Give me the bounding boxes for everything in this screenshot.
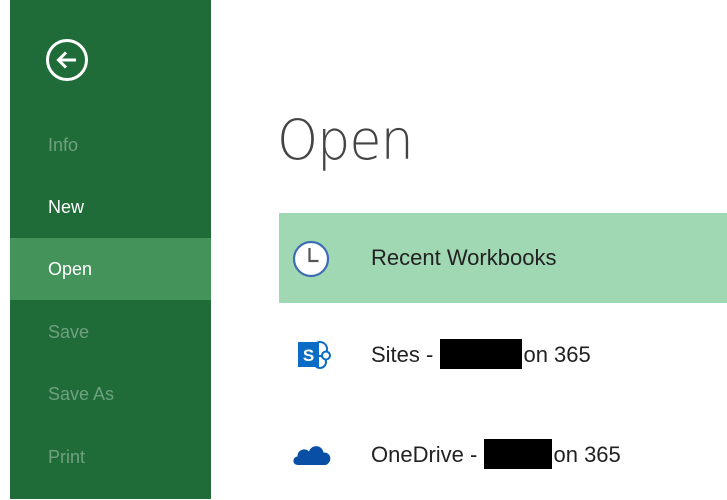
location-recent-workbooks[interactable]: Recent Workbooks (279, 213, 727, 303)
redaction-bar (440, 339, 523, 370)
location-label-prefix: OneDrive - (371, 442, 484, 467)
nav-item-save: Save (48, 322, 90, 342)
back-button[interactable] (45, 38, 89, 82)
sharepoint-icon-letter: S (303, 346, 314, 365)
location-onedrive[interactable]: OneDrive - on 365 (279, 410, 727, 500)
location-label-prefix: Sites - (371, 342, 440, 367)
clock-icon (289, 237, 333, 281)
location-label: Sites - on 365 (371, 339, 591, 370)
onedrive-cloud-icon (289, 432, 333, 476)
redaction-bar (484, 439, 553, 470)
location-label: OneDrive - on 365 (371, 439, 621, 470)
location-label: Recent Workbooks (371, 245, 557, 270)
window-edge (0, 0, 10, 499)
nav-item-save-as: Save As (48, 384, 115, 404)
backstage-sidebar: Info New Open Save Save As Print (10, 0, 211, 499)
sharepoint-icon: S (289, 332, 333, 376)
back-arrow-icon (46, 39, 88, 81)
nav-item-info: Info (48, 135, 79, 155)
nav-item-print: Print (48, 447, 86, 467)
location-sites[interactable]: S Sites - on 365 (279, 310, 727, 400)
location-label-suffix: on 365 (553, 442, 621, 467)
page-title: Open (277, 108, 414, 172)
location-label-suffix: on 365 (523, 342, 591, 367)
nav-item-new[interactable]: New (10, 176, 211, 238)
nav-item-open[interactable]: Open (10, 238, 211, 300)
